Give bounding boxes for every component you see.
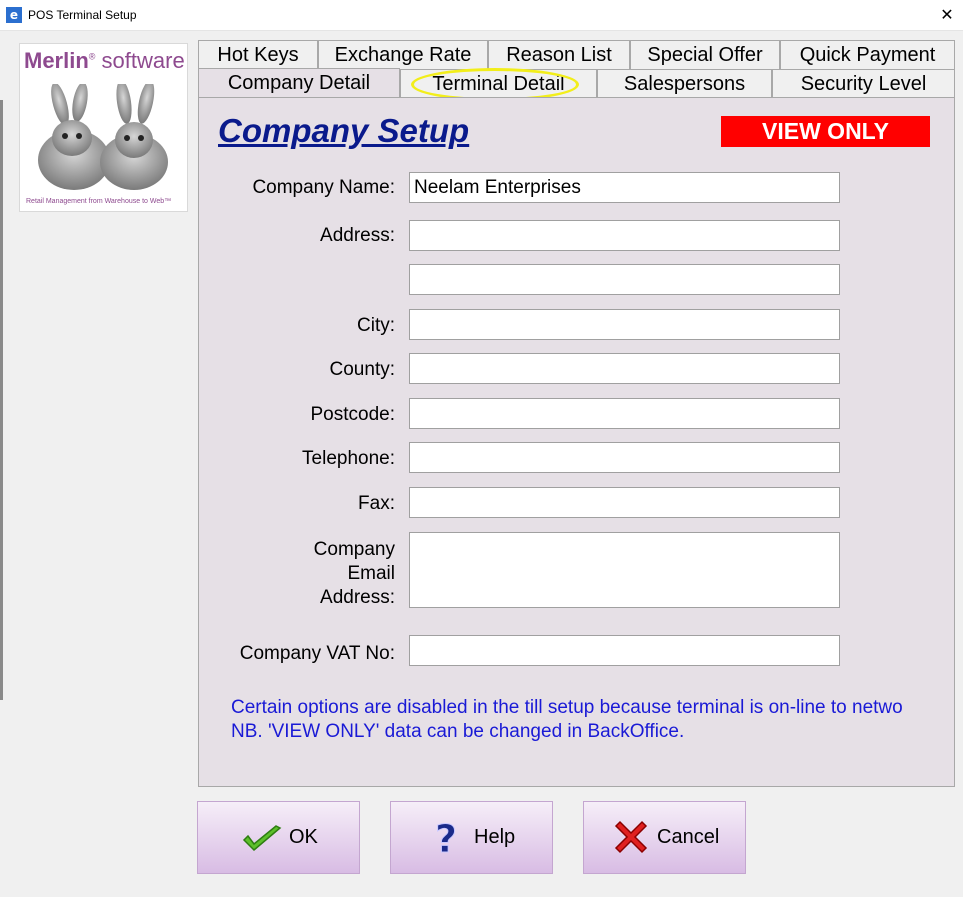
tab-reason-list[interactable]: Reason List [488,40,630,69]
svg-text:?: ? [435,818,457,858]
cancel-button-label: Cancel [657,826,720,848]
ok-button-label: OK [289,826,318,848]
label-address: Address: [320,225,395,246]
help-button[interactable]: ? Help [390,801,553,874]
rabbits-image [38,84,168,190]
address-line1-field[interactable] [409,220,840,251]
red-x-icon [614,820,648,854]
tab-quick-payment[interactable]: Quick Payment [780,40,955,69]
question-mark-icon: ? [435,818,458,858]
label-fax: Fax: [358,493,395,514]
logo-brand: Merlin® software [24,48,185,73]
app-icon: e [6,7,22,23]
page-title: Company Setup [218,112,470,149]
fax-field[interactable] [409,487,840,518]
tab-security-level[interactable]: Security Level [772,69,955,98]
email-field[interactable] [409,532,840,608]
merlin-logo: Merlin® software Retail Management from … [19,43,188,212]
label-email-line2: Email [347,563,395,584]
view-only-badge: VIEW ONLY [721,116,930,147]
label-county: County: [329,359,395,380]
help-button-label: Help [474,826,516,848]
tab-hot-keys[interactable]: Hot Keys [198,40,318,69]
label-vat: Company VAT No: [239,643,395,664]
postcode-field[interactable] [409,398,840,429]
address-line2-field[interactable] [409,264,840,295]
info-note-line2: NB. 'VIEW ONLY' data can be changed in B… [231,721,685,742]
logo-tagline: Retail Management from Warehouse to Web™ [26,198,172,205]
telephone-field[interactable] [409,442,840,473]
tab-special-offer[interactable]: Special Offer [630,40,780,69]
vat-field[interactable] [409,635,840,666]
label-company-name: Company Name: [252,177,395,198]
tab-exchange-rate[interactable]: Exchange Rate [318,40,488,69]
tab-company-detail[interactable]: Company Detail [198,68,400,98]
tab-salespersons[interactable]: Salespersons [597,69,772,98]
tab-terminal-detail[interactable]: Terminal Detail [400,69,597,98]
title-bar: e POS Terminal Setup ✕ [0,0,963,31]
label-postcode: Postcode: [310,404,396,425]
label-email-line3: Address: [320,587,395,608]
window-title: POS Terminal Setup [28,8,137,22]
label-city: City: [357,315,395,336]
ok-button[interactable]: OK [197,801,360,874]
county-field[interactable] [409,353,840,384]
company-name-field[interactable]: Neelam Enterprises [409,172,840,203]
checkmark-icon [242,825,282,852]
background-window-edge [0,100,3,700]
label-email-line1: Company [313,539,395,560]
city-field[interactable] [409,309,840,340]
cancel-button[interactable]: Cancel [583,801,746,874]
label-telephone: Telephone: [302,448,395,469]
info-note-line1: Certain options are disabled in the till… [231,697,903,718]
close-icon[interactable]: ✕ [931,0,963,30]
